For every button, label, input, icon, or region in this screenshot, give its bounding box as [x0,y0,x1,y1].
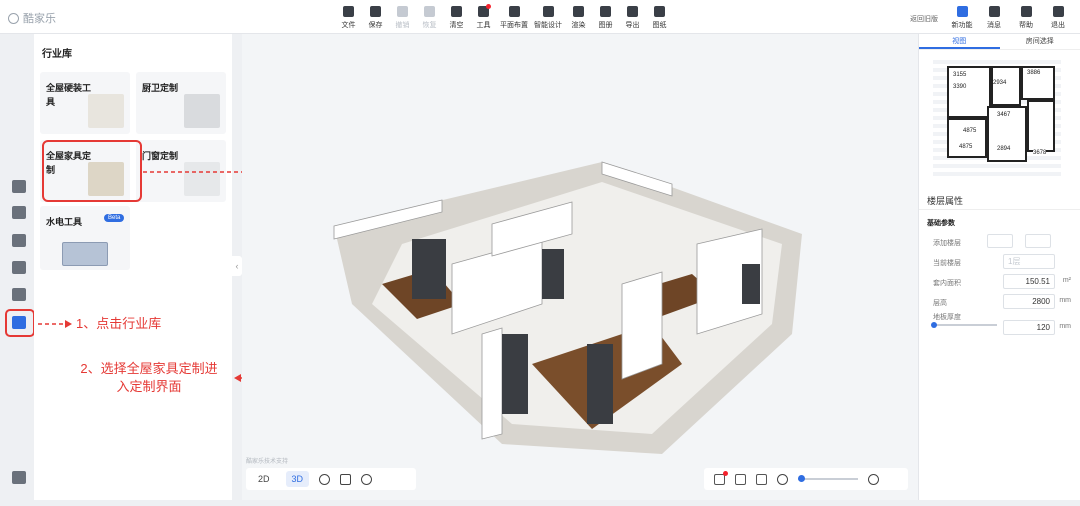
fit-view-icon[interactable] [756,473,767,485]
add-floor-down-button[interactable] [1025,234,1051,248]
minimap-dimension-label: 4875 [959,144,973,150]
row-floor-height: 层高 2800 mm [919,292,1080,312]
minimap-dimension-label: 3886 [1027,70,1041,76]
minimap-dimension-label: 2934 [993,80,1007,86]
arrow-step1-head [65,320,72,328]
zoom-slider[interactable] [798,475,858,482]
arrow-step2-head [234,374,241,382]
tab-room-select[interactable]: 房间选择 [1000,34,1080,49]
floor-height-unit: mm [1059,297,1071,304]
view-3d-button[interactable]: 3D [285,471,310,487]
zoom-in-icon[interactable] [868,473,879,485]
minimap-dimension-label: 2894 [997,146,1011,152]
row-current-floor: 当前楼层 1层 [919,252,1080,272]
minimap-dimension-label: 3155 [953,72,967,78]
cube-icon[interactable] [340,473,352,485]
eye-icon[interactable] [319,473,331,485]
indoor-area-input[interactable]: 150.51 [1003,274,1055,289]
indoor-area-unit: m² [1062,277,1071,284]
view-tabs: 视图 房间选择 [919,34,1080,50]
current-floor-select[interactable]: 1层 [1003,254,1055,269]
zoom-out-icon[interactable] [777,473,788,485]
compass-icon[interactable] [361,473,373,485]
view-controls: 2D 3D [246,468,416,490]
row-slab-thickness: 地板厚度 120 mm [919,312,1080,338]
view-2d-button[interactable]: 2D [252,471,276,487]
slab-thickness-slider[interactable] [931,322,997,328]
zoom-controls [704,468,908,490]
right-property-panel: 视图 房间选择 3155 3390 3886 2934 3467 4875 2894 4875… [918,34,1080,500]
tab-view[interactable]: 视图 [919,34,1000,49]
add-floor-up-button[interactable] [987,234,1013,248]
minimap-dimension-label: 3390 [953,84,967,90]
minimap-dimension-label: 4875 [963,128,977,134]
slab-thickness-input[interactable]: 120 [1003,320,1055,335]
annotation-step2: 2、选择全屋家具定制进入定制界面 [80,361,218,394]
floor-properties-section: 楼层属性 基础参数 添加楼层 当前楼层 1层 套内面积 150.51 m² 层高… [919,192,1080,338]
watermark: 酷家乐技术支持 [246,459,289,465]
minimap-dimension-label: 3467 [997,112,1011,118]
screenshot-icon[interactable] [714,470,728,485]
floor-height-input[interactable]: 2800 [1003,294,1055,309]
minimap-dimension-label: 3678 [1033,150,1047,156]
floorplan-3d-model [333,161,802,454]
slab-thickness-unit: mm [1059,323,1071,330]
floor-properties-title: 楼层属性 [919,192,1080,210]
camera-settings-icon[interactable] [735,473,746,485]
row-add-floor: 添加楼层 [919,232,1080,252]
row-indoor-area: 套内面积 150.51 m² [919,272,1080,292]
basic-params-title: 基础参数 [927,220,955,227]
panel-collapse-handle[interactable]: ‹ [232,256,242,276]
annotation-step1: 1、点击行业库 [76,316,162,331]
3d-canvas[interactable]: 酷家乐技术支持 2D 3D [242,34,918,500]
floorplan-minimap[interactable]: 3155 3390 3886 2934 3467 4875 2894 4875 3678 [933,58,1061,176]
